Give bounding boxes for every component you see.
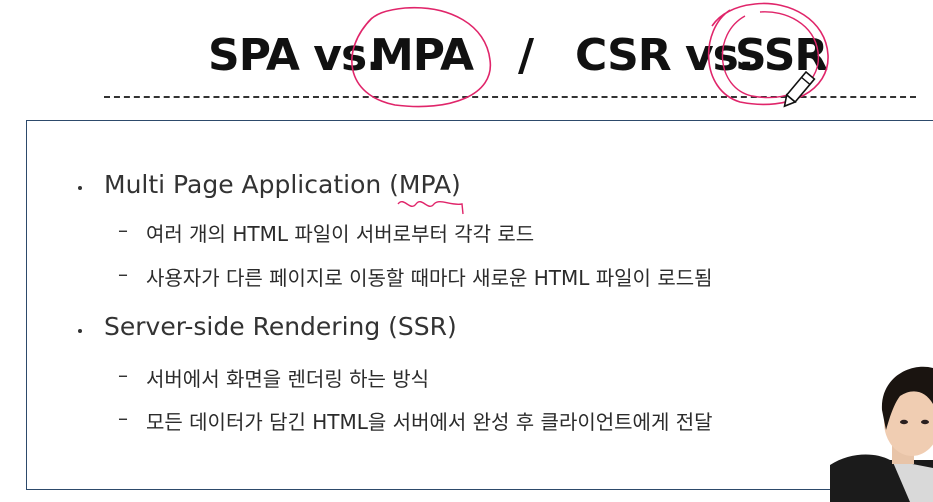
list-item: 서버에서 화면을 렌더링 하는 방식 xyxy=(146,367,430,391)
presenter-image xyxy=(830,366,933,502)
title-divider xyxy=(104,96,916,98)
title-csr-vs: CSR vs. xyxy=(575,30,755,81)
title-separator: / xyxy=(518,30,534,81)
list-item: 사용자가 다른 페이지로 이동할 때마다 새로운 HTML 파일이 로드됨 xyxy=(146,266,713,290)
section-heading-mpa: Multi Page Application (MPA) xyxy=(104,170,461,199)
dash-marker: – xyxy=(118,406,128,430)
section-heading-ssr: Server-side Rendering (SSR) xyxy=(104,312,457,341)
bullet-dot xyxy=(78,186,82,190)
bullet-dot xyxy=(78,329,82,333)
dash-marker: – xyxy=(118,218,128,242)
slide-title: SPA vs. MPA / CSR vs. SSR xyxy=(0,30,933,90)
title-mpa: MPA xyxy=(370,30,474,81)
list-item: 모든 데이터가 담긴 HTML을 서버에서 완성 후 클라이언트에게 전달 xyxy=(146,410,713,434)
presenter-webcam xyxy=(830,360,933,502)
title-spa-vs: SPA vs. xyxy=(208,30,383,81)
list-item: 여러 개의 HTML 파일이 서버로부터 각각 로드 xyxy=(146,222,535,246)
dash-marker: – xyxy=(118,262,128,286)
dash-marker: – xyxy=(118,363,128,387)
title-ssr: SSR xyxy=(735,30,828,81)
